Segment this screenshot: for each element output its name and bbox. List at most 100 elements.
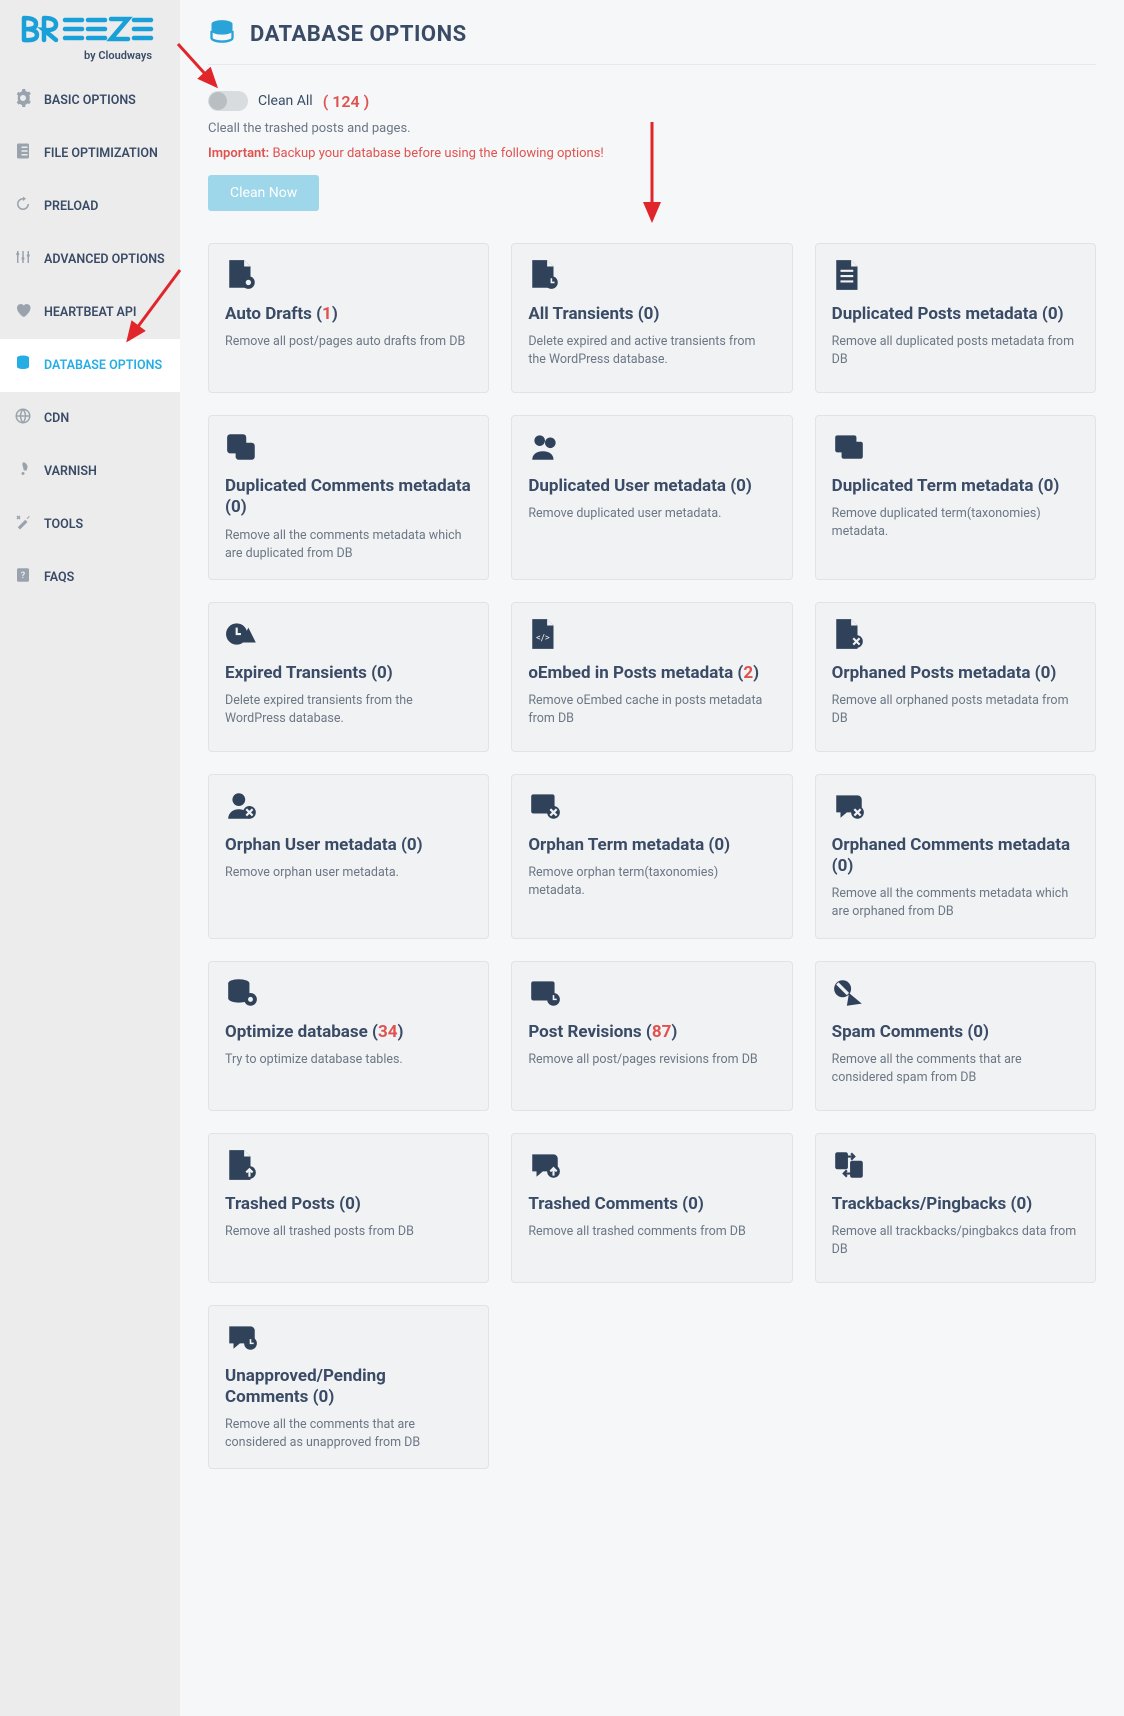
- sidebar-item-preload[interactable]: PRELOAD: [0, 180, 180, 233]
- option-card-dup-user-meta[interactable]: Duplicated User metadata (0) Remove dupli…: [511, 415, 792, 580]
- card-title: Trashed Posts (0): [225, 1194, 472, 1215]
- clean-now-button[interactable]: Clean Now: [208, 175, 319, 211]
- sidebar-item-faqs[interactable]: ? FAQS: [0, 551, 180, 604]
- card-count: 2: [743, 663, 753, 683]
- card-title: Orphaned Posts metadata (0): [832, 663, 1079, 684]
- warn-text: Backup your database before using the fo…: [269, 146, 604, 161]
- term-clock-icon: [528, 978, 775, 1012]
- option-card-optimize[interactable]: Optimize database (34)Try to optimize da…: [208, 961, 489, 1111]
- card-title: Expired Transients (0): [225, 663, 472, 684]
- option-card-trashed-comments[interactable]: Trashed Comments (0) Remove all trashed c…: [511, 1133, 792, 1283]
- card-description: Remove all orphaned posts metadata from …: [832, 692, 1079, 728]
- option-card-autodrafts[interactable]: Auto Drafts (1)Remove all post/pages aut…: [208, 243, 489, 393]
- sidebar-item-label: DATABASE OPTIONS: [44, 358, 162, 373]
- sidebar-item-cdn[interactable]: CDN: [0, 392, 180, 445]
- main: DATABASE OPTIONS Clean All ( 124 ) Cleal…: [180, 0, 1124, 1716]
- card-count: 0: [1044, 476, 1054, 496]
- option-card-alltransients[interactable]: All Transients (0) Delete expired and act…: [511, 243, 792, 393]
- sidebar-item-varnish[interactable]: VARNISH: [0, 445, 180, 498]
- clean-all-desc: Cleall the trashed posts and pages.: [208, 121, 1096, 136]
- sidebar-item-label: VARNISH: [44, 464, 97, 479]
- card-description: Remove all the comments metadata which a…: [832, 885, 1079, 921]
- card-description: Remove all the comments metadata which a…: [225, 527, 472, 563]
- sidebar-item-basic[interactable]: BASIC OPTIONS: [0, 74, 180, 127]
- clock-warn-icon: [225, 619, 472, 653]
- option-card-exp-transients[interactable]: Expired Transients (0) Delete expired tra…: [208, 602, 489, 752]
- fileopt-icon: [14, 142, 32, 164]
- nav: BASIC OPTIONS FILE OPTIMIZATION PRELOAD ADV…: [0, 74, 180, 604]
- sidebar-item-label: PRELOAD: [44, 199, 98, 214]
- card-title: Trackbacks/Pingbacks (0): [832, 1194, 1079, 1215]
- card-description: Remove duplicated user metadata.: [528, 505, 775, 523]
- card-description: Remove all post/pages auto drafts from D…: [225, 333, 472, 351]
- option-card-trashed-posts[interactable]: Trashed Posts (0) Remove all trashed post…: [208, 1133, 489, 1283]
- page-title: DATABASE OPTIONS: [250, 22, 467, 47]
- options-grid: Auto Drafts (1)Remove all post/pages aut…: [208, 243, 1096, 1469]
- option-card-dup-posts-meta[interactable]: Duplicated Posts metadata (0)Remove all …: [815, 243, 1096, 393]
- card-count: 0: [736, 476, 746, 496]
- card-title: Trashed Comments (0): [528, 1194, 775, 1215]
- clean-all-count: ( 124 ): [323, 92, 370, 111]
- option-card-dup-comments-meta[interactable]: Duplicated Comments metadata (0) Remove a…: [208, 415, 489, 580]
- card-count: 0: [1016, 1194, 1026, 1214]
- card-count: 0: [1041, 663, 1051, 683]
- option-card-spam[interactable]: Spam Comments (0) Remove all the comments…: [815, 961, 1096, 1111]
- term-dup-icon: [832, 432, 1079, 466]
- option-card-orphan-term-meta[interactable]: Orphan Term metadata (0) Remove orphan te…: [511, 774, 792, 939]
- card-title: All Transients (0): [528, 304, 775, 325]
- card-description: Remove all the comments that are conside…: [832, 1051, 1079, 1087]
- card-description: Remove all trashed comments from DB: [528, 1223, 775, 1241]
- sidebar-item-tools[interactable]: TOOLS: [0, 498, 180, 551]
- card-title: Duplicated User metadata (0): [528, 476, 775, 497]
- card-description: Delete expired and active transients fro…: [528, 333, 775, 369]
- sidebar-item-label: FAQS: [44, 570, 74, 585]
- card-count: 0: [973, 1022, 983, 1042]
- clean-all-label: Clean All: [258, 93, 313, 109]
- card-title: Duplicated Comments metadata (0): [225, 476, 472, 519]
- option-card-revisions[interactable]: Post Revisions (87)Remove all post/pages…: [511, 961, 792, 1111]
- sidebar-item-database[interactable]: DATABASE OPTIONS: [0, 339, 180, 392]
- sidebar-item-label: FILE OPTIMIZATION: [44, 146, 158, 161]
- option-card-orphan-posts-meta[interactable]: Orphaned Posts metadata (0) Remove all or…: [815, 602, 1096, 752]
- card-count: 87: [652, 1022, 672, 1042]
- clean-all-toggle[interactable]: [208, 91, 248, 111]
- file-clock-icon: [528, 260, 775, 294]
- card-title: Spam Comments (0): [832, 1022, 1079, 1043]
- sidebar-item-fileopt[interactable]: FILE OPTIMIZATION: [0, 127, 180, 180]
- comment-up-icon: [528, 1150, 775, 1184]
- card-description: Try to optimize database tables.: [225, 1051, 472, 1069]
- card-count: 0: [838, 856, 848, 876]
- sidebar-item-heartbeat[interactable]: HEARTBEAT API: [0, 286, 180, 339]
- file-code-icon: </>: [528, 619, 775, 653]
- comment-x-icon: [832, 791, 1079, 825]
- card-count: 0: [345, 1194, 355, 1214]
- cdn-icon: [14, 407, 32, 429]
- card-description: Remove all the comments that are conside…: [225, 1416, 472, 1452]
- card-description: Delete expired transients from the WordP…: [225, 692, 472, 728]
- card-description: Remove orphan user metadata.: [225, 864, 472, 882]
- card-title: Duplicated Posts metadata (0): [832, 304, 1079, 325]
- db-gear-icon: [225, 978, 472, 1012]
- card-count: 0: [407, 835, 417, 855]
- svg-text:?: ?: [21, 571, 26, 581]
- option-card-orphan-user-meta[interactable]: Orphan User metadata (0)Remove orphan us…: [208, 774, 489, 939]
- card-title: Orphan Term metadata (0): [528, 835, 775, 856]
- card-description: Remove orphan term(taxonomies) metadata.: [528, 864, 775, 900]
- term-x-icon: [528, 791, 775, 825]
- sidebar-item-advanced[interactable]: ADVANCED OPTIONS: [0, 233, 180, 286]
- option-card-pending[interactable]: Unapproved/Pending Comments (0)Remove al…: [208, 1305, 489, 1470]
- card-count: 0: [714, 835, 724, 855]
- varnish-icon: [14, 460, 32, 482]
- file-lines-icon: [832, 260, 1079, 294]
- card-description: Remove all trashed posts from DB: [225, 1223, 472, 1241]
- basic-icon: [14, 89, 32, 111]
- card-title: Orphaned Comments metadata (0): [832, 835, 1079, 878]
- user-x-icon: [225, 791, 472, 825]
- file-up-icon: [225, 1150, 472, 1184]
- sidebar-item-label: HEARTBEAT API: [44, 305, 137, 320]
- option-card-dup-term-meta[interactable]: Duplicated Term metadata (0)Remove dupli…: [815, 415, 1096, 580]
- option-card-oembed[interactable]: </>oEmbed in Posts metadata (2)Remove oE…: [511, 602, 792, 752]
- option-card-orphan-comments-meta[interactable]: Orphaned Comments metadata (0) Remove all…: [815, 774, 1096, 939]
- sidebar: by Cloudways BASIC OPTIONSFILE OPTIMIZAT…: [0, 0, 180, 1716]
- option-card-trackbacks[interactable]: Trackbacks/Pingbacks (0)Remove all track…: [815, 1133, 1096, 1283]
